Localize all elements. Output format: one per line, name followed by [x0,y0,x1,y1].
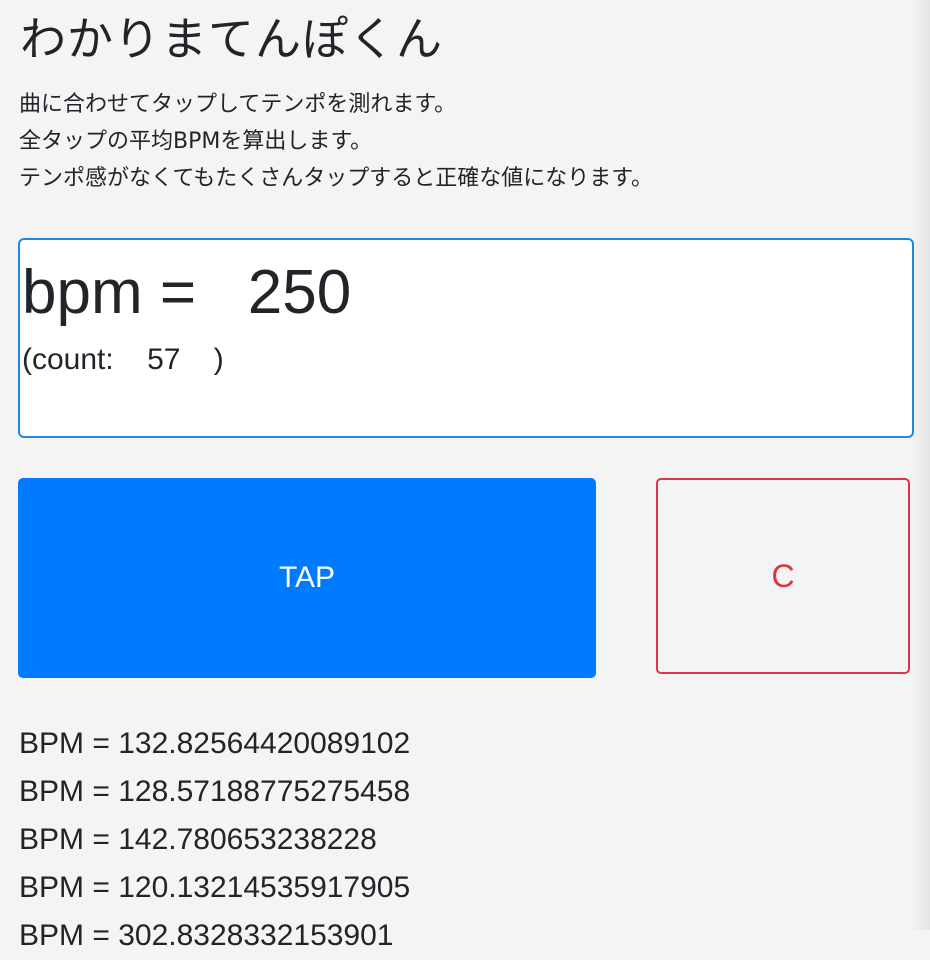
count-prefix: (count: [22,343,114,376]
bpm-readout: bpm = 250 [22,256,351,330]
log-item: BPM = 128.57188775275458 [19,775,411,808]
log-item: BPM = 120.13214535917905 [19,871,411,904]
description: 曲に合わせてタップしてテンポを測れます。 全タップの平均BPMを算出します。 テ… [19,86,653,197]
log-item: BPM = 302.8328332153901 [19,919,394,952]
window-edge-shadow [910,0,930,930]
count-suffix: ) [213,343,224,376]
clear-button[interactable]: C [656,478,910,674]
log-item: BPM = 142.780653238228 [19,823,377,856]
log-item: BPM = 132.82564420089102 [19,727,411,760]
description-line-3: テンポ感がなくてもたくさんタップすると正確な値になります。 [19,166,654,191]
bpm-log-list: BPM = 132.82564420089102 BPM = 128.57188… [19,720,410,960]
tap-button[interactable]: TAP [18,478,596,678]
tap-count: (count: 57 ) [22,340,224,380]
bpm-label: bpm = [22,258,197,327]
bpm-display: bpm = 250 (count: 57 ) [18,238,914,438]
page-title: わかりまてんぽくん [20,12,443,66]
description-line-2: 全タップの平均BPMを算出します。 [19,129,373,154]
count-value: 57 [147,343,181,376]
bpm-value: 250 [247,258,352,327]
description-line-1: 曲に合わせてタップしてテンポを測れます。 [19,92,457,117]
